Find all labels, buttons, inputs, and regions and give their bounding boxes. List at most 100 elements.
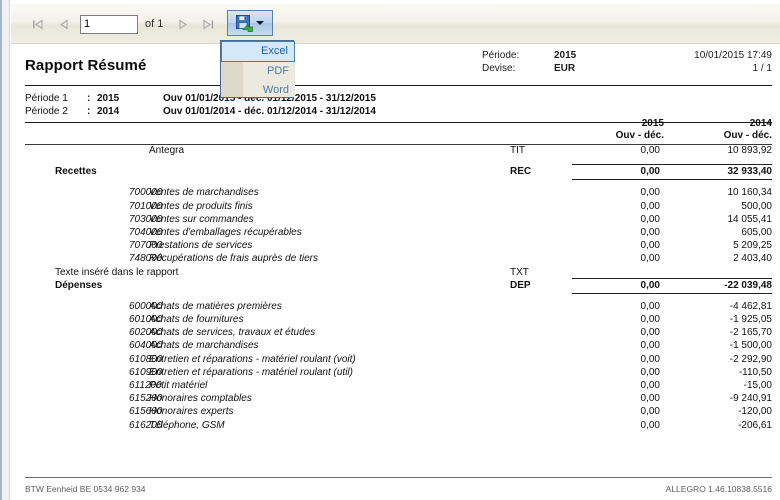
report-viewer-window: of 1 (0, 0, 780, 500)
column-headers: 2015 2014 Ouv - déc. Ouv - déc. (472, 118, 772, 142)
export-menu-items: Excel PDF Word (221, 41, 295, 100)
footer-right-text: ALLEGRO 1.46.10838.5516 (665, 484, 772, 494)
label: Honoraires experts (149, 406, 234, 418)
account-number: 602000 (129, 327, 163, 339)
subtotal-rule-bottom (572, 292, 772, 294)
account-number: 748000 (129, 253, 163, 265)
value-1: 0,00 (640, 279, 660, 291)
table-row: 701000 Ventes de produits finis 0,00 500,00 (25, 201, 772, 214)
code: DEP (510, 279, 531, 291)
value-1: 0,00 (640, 226, 660, 238)
viewer-frame: of 1 (0, 0, 780, 500)
subtotal-rule (572, 277, 772, 279)
export-split-button[interactable] (227, 10, 273, 36)
row-spacer (25, 179, 772, 187)
account-number: 704000 (129, 226, 163, 238)
report-timestamp: 10/01/2015 17:49 (694, 50, 772, 61)
period-row-1: Période 1 : 2015 Ouv 01/01/2015 - déc. 0… (25, 93, 376, 106)
table-row: 704000 Ventes d'emballages récupérables 0,… (25, 227, 772, 240)
label: Prestations de services (149, 240, 253, 252)
footer-left-text: BTW Eenheid BE 0534 962 934 (25, 484, 146, 494)
period-definitions: Période 1 : 2015 Ouv 01/01/2015 - déc. 0… (25, 93, 376, 119)
value-2: -9 240,91 (729, 393, 772, 405)
table-row: Dépenses DEP 0,00 -22 039,48 (25, 277, 772, 294)
table-row: 600000 Achats de matières premières 0,00 -4… (25, 301, 772, 314)
first-page-icon (32, 18, 43, 30)
table-row: 615200 Honoraires comptables 0,00 -9 240,91 (25, 393, 772, 406)
value-2: -15,00 (743, 380, 772, 391)
label: Téléphone, GSM (149, 419, 225, 431)
value-1: 0,00 (640, 380, 660, 391)
label: Récupérations de frais auprès de tiers (149, 253, 318, 265)
table-row: Antegra TIT 0,00 10 893,92 (25, 145, 772, 158)
code: TXT (510, 266, 529, 278)
column-2-year: 2014 (749, 118, 772, 129)
page-number-input[interactable] (80, 14, 138, 34)
value-2: 5 209,25 (733, 240, 772, 252)
export-menu-item-word[interactable]: Word (243, 81, 295, 100)
label: Honoraires comptables (149, 393, 252, 405)
last-page-icon (203, 18, 214, 30)
table-row: 703000 Ventes sur commandes 0,00 14 055,41 (25, 214, 772, 227)
page-count-label: of 1 (145, 18, 164, 30)
account-number: 703000 (129, 213, 163, 225)
account-number: 610900 (129, 366, 163, 378)
period-1-name: Période 1 (25, 93, 68, 104)
value-2: -110,50 (738, 366, 772, 378)
footer-divider (25, 477, 772, 478)
account-number: 707000 (129, 240, 163, 252)
next-page-button[interactable] (169, 12, 195, 36)
table-row: 748000 Récupérations de frais auprès de t… (25, 253, 772, 266)
report-footer: BTW Eenheid BE 0534 962 934 ALLEGRO 1.46… (25, 484, 772, 494)
value-1: 0,00 (640, 327, 660, 339)
value-1: 0,00 (640, 340, 660, 352)
code: TIT (510, 145, 525, 156)
save-export-icon (236, 14, 253, 32)
account-number: 601000 (129, 314, 163, 326)
first-page-button[interactable] (25, 12, 51, 36)
table-row: 610900 Entretien et réparations - matérie… (25, 367, 772, 380)
code: REC (510, 166, 532, 178)
table-row: 707000 Prestations de services 0,00 5 209,2… (25, 240, 772, 253)
value-2: -1 500,00 (729, 340, 772, 352)
table-row: Recettes REC 0,00 32 933,40 (25, 164, 773, 181)
periode-value: 2015 (554, 50, 577, 61)
account-number: 701000 (129, 200, 163, 212)
column-2-subtitle: Ouv - déc. (723, 130, 772, 141)
value-2: -2 292,90 (729, 353, 772, 365)
label: Achats de services, travaux et études (149, 327, 316, 339)
devise-label: Devise: (482, 63, 516, 74)
value-1: 0,00 (640, 366, 660, 378)
value-1: 0,00 (640, 253, 660, 265)
account-number: 616200 (129, 419, 163, 431)
devise-value: EUR (554, 63, 576, 74)
divider-under-title (25, 85, 772, 86)
account-number: 611200 (129, 380, 162, 391)
label: Ventes sur commandes (149, 213, 254, 225)
table-row: 615600 Honoraires experts 0,00 -120,00 (25, 406, 772, 419)
value-1: 0,00 (640, 300, 660, 312)
table-row: 602000 Achats de services, travaux et étu… (25, 327, 772, 340)
value-1: 0,00 (640, 200, 660, 212)
report-header-meta: Période: 2015 10/01/2015 17:49 Devise: E… (482, 50, 772, 76)
label: Achats de fournitures (149, 314, 244, 326)
period-2-year: 2014 (97, 106, 120, 117)
periode-label: Période: (482, 50, 520, 61)
table-row: 616200 Téléphone, GSM 0,00 -206,61 (25, 420, 772, 433)
export-menu-item-pdf[interactable]: PDF (243, 62, 295, 81)
label: Ventes d'emballages récupérables (149, 226, 302, 238)
table-row: 700000 Ventes de marchandises 0,00 10 160,3… (25, 187, 772, 200)
account-number: 600000 (129, 300, 163, 312)
value-1: 0,00 (640, 393, 660, 405)
period-2-colon: : (87, 106, 91, 117)
export-menu-item-excel[interactable]: Excel (221, 41, 295, 62)
account-number: 700000 (129, 187, 163, 199)
period-row-2: Période 2 : 2014 Ouv 01/01/2014 - déc. 0… (25, 106, 376, 119)
report-table: Antegra TIT 0,00 10 893,92 Recettes REC 0,00 32… (25, 145, 772, 433)
label: Petit matériel (149, 380, 208, 391)
last-page-button[interactable] (195, 12, 221, 36)
previous-page-button[interactable] (51, 12, 77, 36)
subtotal-rule (572, 164, 772, 166)
column-1-subtitle: Ouv - déc. (615, 130, 664, 141)
value-2: 32 933,40 (727, 166, 773, 178)
